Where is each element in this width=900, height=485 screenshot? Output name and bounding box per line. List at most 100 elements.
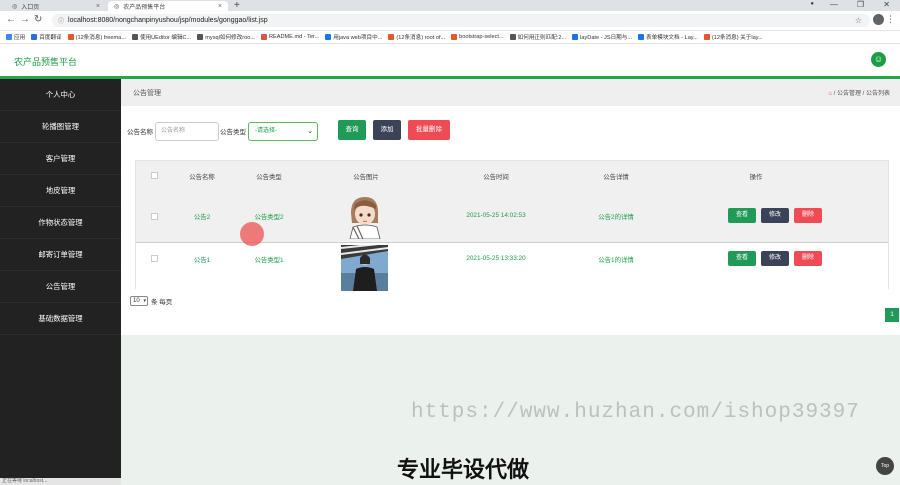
bookmark-favicon-icon: [451, 34, 458, 40]
sidebar-item-announcements[interactable]: 公告管理: [0, 271, 121, 303]
bookmark-item[interactable]: 表单模块文档 - Lay...: [638, 33, 698, 41]
main-content: 公告管理 ⌂ / 公告管理 / 公告列表 公告名称 公告名称 公告类型 -请选择…: [121, 79, 900, 485]
cell-time: 2021-05-25 13:33:20: [466, 255, 526, 262]
bookmark-label: mysql如何修改roo...: [205, 35, 255, 41]
close-tab-icon[interactable]: ×: [96, 3, 100, 10]
browser-tab-active[interactable]: ◎ 农产品预售平台 ×: [108, 1, 228, 11]
bookmark-favicon-icon: [325, 34, 332, 40]
add-button[interactable]: 添加: [373, 120, 401, 140]
breadcrumb: ⌂ / 公告管理 / 公告列表: [828, 88, 890, 97]
bookmark-favicon-icon: [572, 34, 579, 40]
bookmark-item[interactable]: 用java web项目中...: [325, 33, 382, 41]
chevron-down-icon: ⌄: [307, 127, 313, 135]
row-actions: 查看 修改 删除: [728, 251, 827, 266]
sidebar-item-personal-center[interactable]: 个人中心: [0, 79, 121, 111]
bookmark-item[interactable]: layDate - JS日期与...: [572, 33, 632, 41]
bookmark-item[interactable]: 使用UEditor 编辑C...: [131, 33, 192, 41]
new-tab-button[interactable]: +: [234, 0, 240, 11]
page-button-current[interactable]: 1: [885, 308, 899, 322]
back-icon[interactable]: ←: [6, 14, 16, 25]
window-close-icon[interactable]: ✕: [883, 0, 890, 9]
bookmark-label: 用java web项目中...: [333, 35, 383, 41]
bookmark-favicon-icon: [197, 34, 204, 40]
row-checkbox[interactable]: [151, 213, 158, 220]
reload-icon[interactable]: ↻: [34, 14, 42, 25]
bookmark-item[interactable]: 应用: [6, 33, 25, 41]
bookmark-item[interactable]: (12条消息) 关于lay...: [703, 33, 763, 41]
watermark-url: https://www.huzhan.com/ishop39397: [411, 401, 860, 424]
minimize-icon[interactable]: —: [830, 0, 838, 9]
url-input[interactable]: ⓘ localhost:8080/nongchanpinyushou/jsp/m…: [52, 14, 870, 27]
delete-button[interactable]: 删除: [794, 208, 822, 223]
row-checkbox[interactable]: [151, 255, 158, 262]
info-icon: ⓘ: [58, 19, 65, 25]
name-search-input[interactable]: 公告名称: [155, 121, 219, 141]
bookmark-item[interactable]: README.md - Ter...: [260, 34, 319, 40]
app-header: 农产品预售平台 ☺: [0, 44, 900, 79]
bookmark-label: 使用UEditor 编辑C...: [139, 35, 192, 41]
page-title: 公告管理: [133, 90, 161, 97]
breadcrumb-sep: /: [833, 91, 836, 97]
bookmark-favicon-icon: [509, 34, 516, 40]
view-button[interactable]: 查看: [728, 251, 756, 266]
table-row: 公告1 公告类型1 2021-05-25 13:33:20 公告1的详情 查看 …: [136, 243, 888, 294]
tab-label: 农产品预售平台: [123, 4, 166, 11]
page-size-value: 10: [133, 298, 140, 304]
bookmark-label: layDate - JS日期与...: [580, 35, 633, 41]
delete-button[interactable]: 删除: [794, 251, 822, 266]
breadcrumb-item-current: 公告列表: [865, 91, 890, 97]
bookmark-favicon-icon: [31, 34, 38, 40]
bookmark-item[interactable]: bootstrap-select...: [451, 34, 504, 40]
url-text: localhost:8080/nongchanpinyushou/jsp/mod…: [68, 17, 268, 24]
browser-tab-entry[interactable]: ◎ 入口页 ×: [6, 1, 106, 11]
back-to-top-button[interactable]: Top: [876, 457, 894, 475]
bookmark-label: 应用: [14, 35, 26, 41]
type-label: 公告类型: [220, 129, 246, 136]
forward-icon[interactable]: →: [20, 14, 30, 25]
sidebar-item-customers[interactable]: 客户管理: [0, 143, 121, 175]
browser-tab-bar: ◎ 入口页 × ◎ 农产品预售平台 × + — ❐ ✕ ●: [0, 0, 900, 11]
profile-avatar[interactable]: [873, 14, 884, 25]
table-header: 公告名称 公告类型 公告图片 公告时间 公告详情 操作: [136, 161, 888, 191]
bookmark-star-icon[interactable]: ☆: [855, 16, 862, 25]
select-all-checkbox[interactable]: [151, 172, 158, 179]
sidebar-item-carousel[interactable]: 轮播图管理: [0, 111, 121, 143]
tab-search-icon[interactable]: ●: [810, 1, 814, 7]
type-select[interactable]: -请选择- ⌄: [248, 121, 318, 141]
close-tab-icon[interactable]: ×: [218, 3, 222, 10]
bookmark-item[interactable]: (12条消息) freema...: [67, 33, 126, 41]
bookmark-item[interactable]: 如何用正则匹配:2...: [509, 33, 567, 41]
cell-type: 公告类型2: [254, 214, 284, 221]
user-icon[interactable]: ☺: [871, 52, 886, 67]
view-button[interactable]: 查看: [728, 208, 756, 223]
cell-name: 公告2: [193, 214, 211, 221]
cell-time: 2021-05-25 14:02:53: [466, 212, 526, 219]
cell-detail[interactable]: 公告1的详情: [581, 255, 651, 264]
batch-delete-button[interactable]: 批量删除: [408, 120, 450, 140]
cursor-highlight: [240, 222, 264, 246]
bookmark-item[interactable]: 百度翻译: [31, 33, 62, 41]
page-size-select[interactable]: 10 ▾: [130, 296, 148, 306]
announcement-image-person-photo: [341, 245, 388, 291]
edit-button[interactable]: 修改: [761, 208, 789, 223]
breadcrumb-item[interactable]: 公告管理: [837, 91, 861, 97]
bookmark-favicon-icon: [131, 34, 138, 40]
sidebar-item-basic-data[interactable]: 基础数据管理: [0, 303, 121, 335]
home-icon[interactable]: ⌂: [828, 91, 832, 97]
query-button[interactable]: 查询: [338, 120, 366, 140]
bookmark-item[interactable]: mysql如何修改roo...: [197, 33, 255, 41]
bookmark-label: 如何用正则匹配:2...: [517, 35, 567, 41]
cell-detail[interactable]: 公告2的详情: [581, 212, 651, 221]
bookmark-label: 表单模块文档 - Lay...: [646, 35, 698, 41]
sidebar-item-land[interactable]: 地皮管理: [0, 175, 121, 207]
sidebar-item-crop-status[interactable]: 作物状态管理: [0, 207, 121, 239]
globe-icon: ◎: [114, 3, 120, 10]
page-size-control: 10 ▾ 条 每页: [130, 296, 172, 306]
edit-button[interactable]: 修改: [761, 251, 789, 266]
bookmark-item[interactable]: (12条消息) root of...: [388, 33, 445, 41]
browser-menu-icon[interactable]: ⋮: [886, 14, 895, 25]
bookmark-label: (12条消息) root of...: [396, 35, 446, 41]
cell-name: 公告1: [193, 257, 211, 264]
maximize-icon[interactable]: ❐: [857, 0, 864, 9]
sidebar-item-mail-orders[interactable]: 邮寄订单管理: [0, 239, 121, 271]
